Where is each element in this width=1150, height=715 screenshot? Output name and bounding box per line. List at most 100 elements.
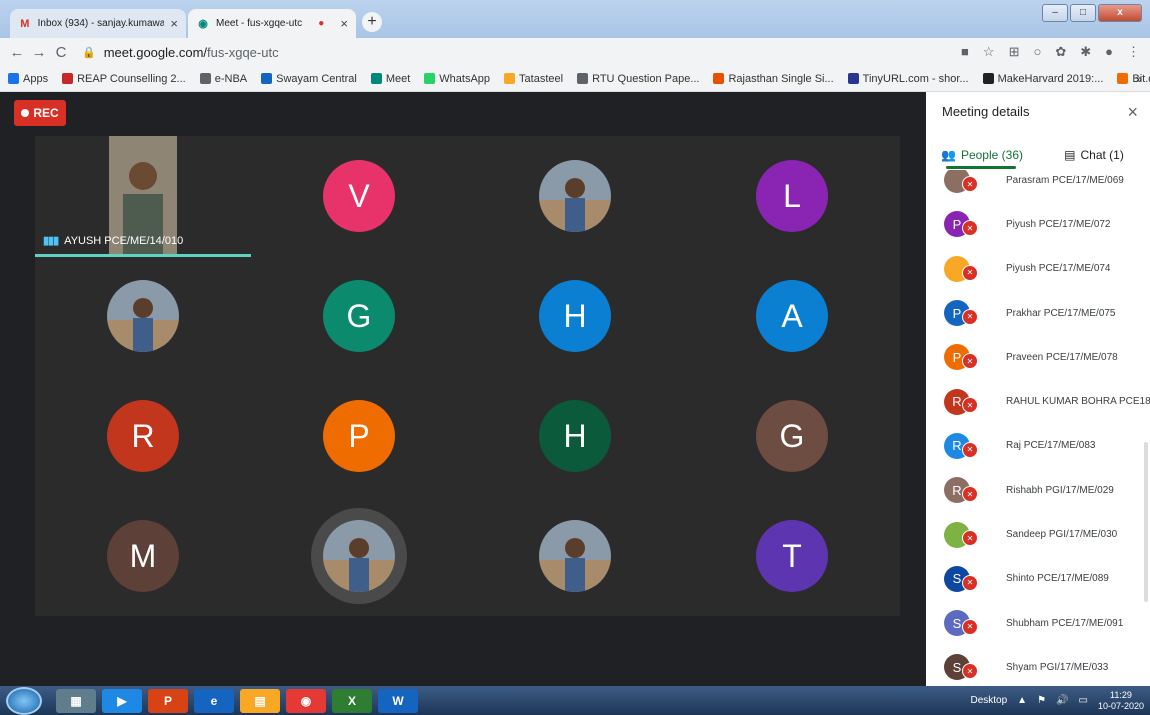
taskbar-app-icon[interactable]: ▤ [240, 688, 280, 713]
list-item[interactable]: R ✕ Rishabh PGI/17/ME/029 [926, 468, 1150, 512]
extension-grid-icon[interactable]: ⊞ [1009, 44, 1020, 60]
puzzle-icon[interactable]: ✱ [1080, 44, 1091, 60]
tab-gmail[interactable]: M Inbox (934) - sanjay.kumawat@p × [10, 9, 186, 38]
bookmark-item[interactable]: e-NBA [199, 73, 247, 85]
participant-tile[interactable]: M [35, 496, 251, 616]
flag-icon[interactable]: ⚑ [1037, 695, 1046, 706]
taskbar-app-icon[interactable]: e [194, 688, 234, 713]
participant-tile[interactable] [467, 136, 683, 256]
bookmark-item[interactable]: Tatasteel [504, 73, 563, 85]
participant-photo [539, 520, 611, 592]
bookmark-item[interactable]: Rajasthan Single Si... [713, 73, 834, 85]
taskbar-app-icon[interactable]: W [378, 688, 418, 713]
participant-tile[interactable]: H [467, 256, 683, 376]
participant-tile[interactable]: T [684, 496, 900, 616]
bookmark-item[interactable]: Apps [8, 73, 48, 85]
url-path: fus-xgqe-utc [207, 44, 279, 60]
bookmark-item[interactable]: WhatsApp [424, 73, 490, 85]
people-icon: 👥 [941, 148, 956, 162]
recording-icon: ● [318, 18, 325, 29]
minimize-button[interactable]: – [1042, 4, 1068, 22]
participant-name: Raj PCE/17/ME/083 [1006, 440, 1096, 452]
new-tab-button[interactable]: + [362, 12, 382, 32]
extension-leaf-icon[interactable]: ✿ [1055, 44, 1066, 60]
start-button[interactable] [6, 686, 42, 715]
participant-name: Prakhar PCE/17/ME/075 [1006, 307, 1116, 319]
list-item[interactable]: P ✕ Praveen PCE/17/ME/078 [926, 335, 1150, 379]
participant-avatar: H [539, 280, 611, 352]
bookmark-item[interactable]: Bit.do URL Shorten... [1117, 73, 1150, 85]
list-item[interactable]: S ✕ Shubham PCE/17/ME/091 [926, 601, 1150, 645]
url-field[interactable]: 🔒 meet.google.com/fus-xgqe-utc [82, 45, 279, 60]
list-item[interactable]: R ✕ RAHUL KUMAR BOHRA PCE18... [926, 379, 1150, 423]
tab-meet[interactable]: ◉ Meet - fus-xgqe-utc ● × [188, 9, 356, 38]
people-list-scrollbar[interactable] [1144, 442, 1148, 602]
profile-icon[interactable]: ● [1105, 44, 1113, 60]
list-item[interactable]: ✕ Sandeep PGI/17/ME/030 [926, 512, 1150, 556]
participant-avatar: G [323, 280, 395, 352]
list-item[interactable]: R ✕ Raj PCE/17/ME/083 [926, 424, 1150, 468]
address-bar: ← → C 🔒 meet.google.com/fus-xgqe-utc ■ ☆… [0, 38, 1150, 66]
list-item[interactable]: S ✕ Shinto PCE/17/ME/089 [926, 557, 1150, 601]
close-icon[interactable]: × [1127, 102, 1138, 123]
participant-tile[interactable]: G [684, 376, 900, 496]
bookmarks-overflow-button[interactable]: » [1135, 72, 1142, 86]
list-item[interactable]: S ✕ Shyam PGI/17/ME/033 [926, 645, 1150, 686]
network-icon[interactable]: ▭ [1079, 695, 1088, 706]
bookmark-favicon-icon [199, 73, 211, 84]
bookmark-item[interactable]: REAP Counselling 2... [62, 73, 186, 85]
window-close-button[interactable]: x [1098, 4, 1142, 22]
bookmark-item[interactable]: TinyURL.com - shor... [847, 73, 969, 85]
participant-tile[interactable]: H [467, 376, 683, 496]
list-item[interactable]: P ✕ Prakhar PCE/17/ME/075 [926, 291, 1150, 335]
taskbar-app-icon[interactable]: P [148, 688, 188, 713]
participant-tile[interactable]: P [251, 376, 467, 496]
list-item[interactable]: ✕ Parasram PCE/17/ME/069 [926, 170, 1150, 202]
participant-tile[interactable]: R [35, 376, 251, 496]
back-icon[interactable]: ← [6, 44, 28, 61]
participant-tile[interactable] [35, 256, 251, 376]
rec-label: REC [33, 106, 59, 120]
tab-chat[interactable]: ▤ Chat (1) [1038, 142, 1150, 168]
taskbar-app-icon[interactable]: X [332, 688, 372, 713]
volume-icon[interactable]: 🔊 [1056, 695, 1068, 706]
bookmark-item[interactable]: Meet [370, 72, 411, 85]
taskbar-app-icon[interactable]: ▦ [56, 688, 96, 713]
taskbar-app-icon[interactable]: ▶ [102, 688, 142, 713]
participant-tile[interactable]: ▮▮▮ AYUSH PCE/ME/14/010 [35, 136, 251, 257]
participant-tile[interactable]: A [684, 256, 900, 376]
participant-tile[interactable]: L [684, 136, 900, 256]
tray-arrow-icon[interactable]: ▲ [1017, 695, 1027, 706]
bookmark-item[interactable]: RTU Question Pape... [577, 73, 699, 85]
reload-icon[interactable]: C [50, 44, 72, 61]
close-icon[interactable]: × [340, 16, 348, 31]
extension-circle-icon[interactable]: ○ [1033, 44, 1041, 60]
bookmark-item[interactable]: Swayam Central [261, 73, 357, 85]
bookmark-item[interactable]: MakeHarvard 2019:... [982, 73, 1103, 85]
participant-tile[interactable] [467, 496, 683, 616]
tab-people[interactable]: 👥 People (36) [926, 142, 1038, 168]
close-icon[interactable]: × [170, 16, 178, 31]
maximize-button[interactable]: □ [1070, 4, 1096, 22]
list-item[interactable]: P ✕ Piyush PCE/17/ME/072 [926, 202, 1150, 246]
mic-off-icon: ✕ [962, 441, 978, 458]
participant-name: Shyam PGI/17/ME/033 [1006, 661, 1109, 673]
clock[interactable]: 11:29 10-07-2020 [1098, 690, 1144, 712]
camera-icon[interactable]: ■ [961, 44, 969, 60]
taskbar-app-icon[interactable]: ◉ [286, 688, 326, 713]
bookmark-label: Meet [385, 72, 411, 85]
lock-icon: 🔒 [82, 46, 96, 59]
desktop-toolbar[interactable]: Desktop [970, 695, 1007, 706]
participant-name: Parasram PCE/17/ME/069 [1006, 174, 1124, 186]
participant-photo [107, 280, 179, 352]
bookmark-favicon-icon [62, 73, 74, 84]
record-dot-icon [21, 109, 30, 117]
participant-tile[interactable] [251, 496, 467, 616]
list-item[interactable]: ✕ Piyush PCE/17/ME/074 [926, 247, 1150, 291]
participant-tile[interactable]: G [251, 256, 467, 376]
forward-icon[interactable]: → [28, 44, 50, 61]
star-icon[interactable]: ☆ [983, 44, 995, 60]
participant-tile[interactable]: V [251, 136, 467, 256]
window-controls: – □ x [1042, 4, 1142, 22]
menu-icon[interactable]: ⋮ [1127, 44, 1140, 60]
